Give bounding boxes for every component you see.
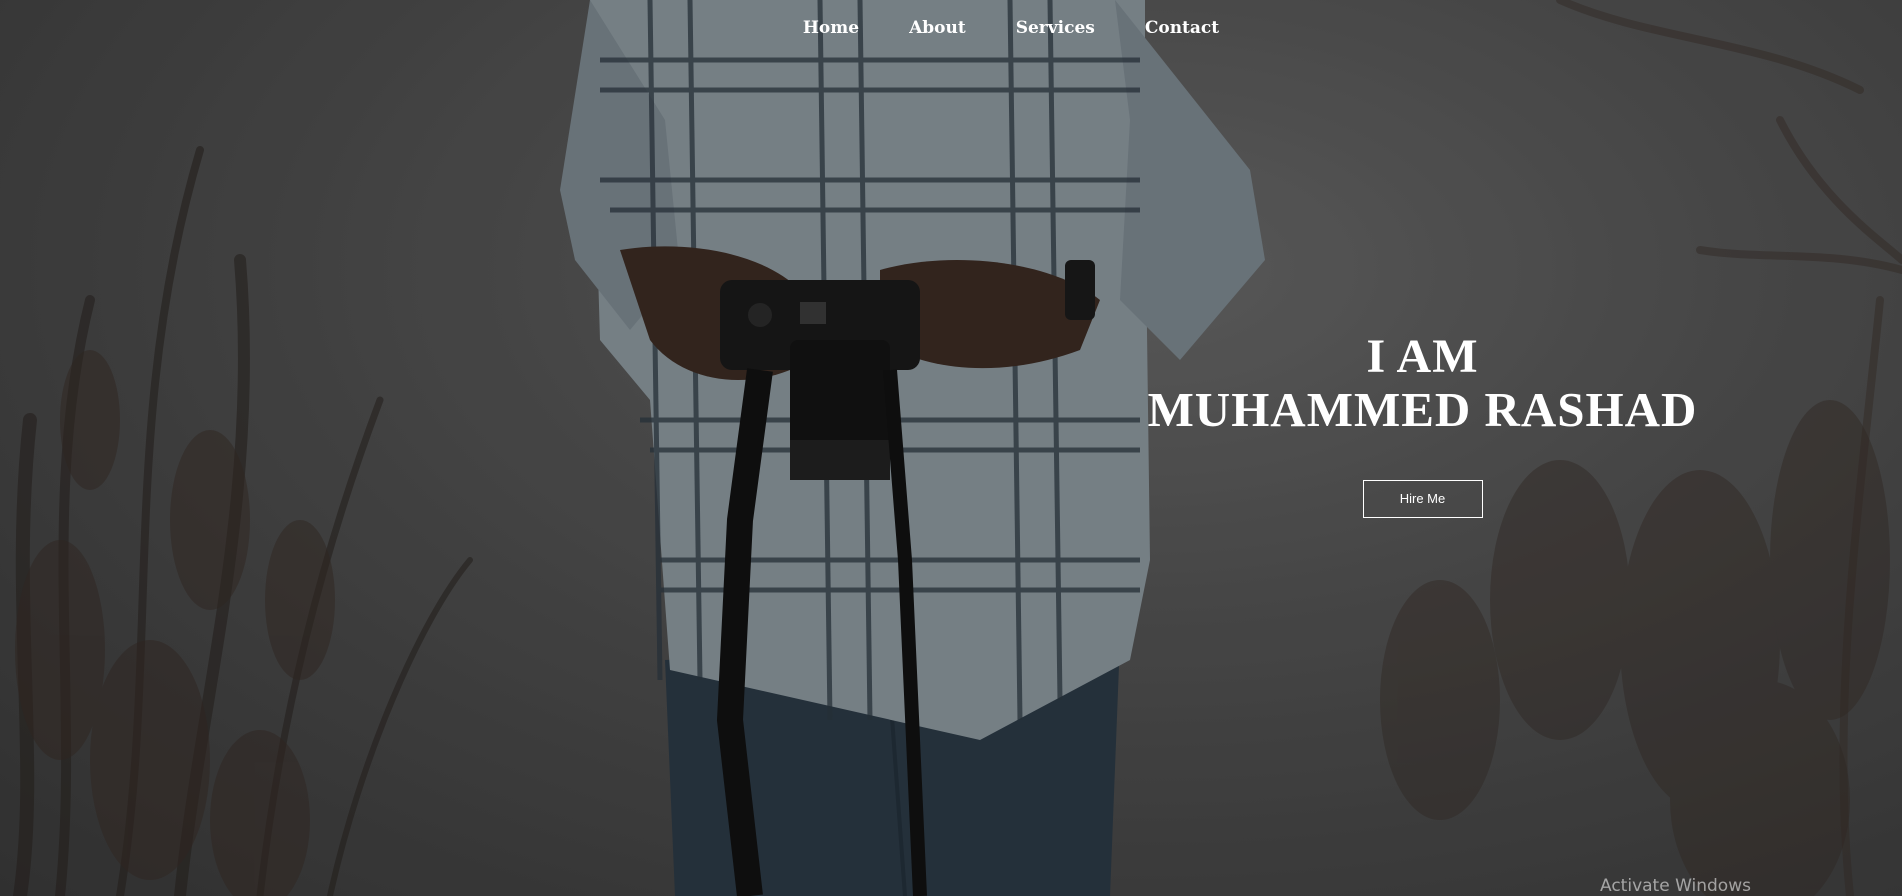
- hero-title-name: MUHAMMED RASHAD: [1147, 382, 1698, 437]
- hero-intro: I AM MUHAMMED RASHAD Hire Me: [1105, 330, 1740, 518]
- hire-me-button[interactable]: Hire Me: [1362, 480, 1483, 518]
- nav-link-about[interactable]: About: [909, 18, 966, 38]
- nav-link-home[interactable]: Home: [803, 18, 859, 38]
- hero-section: Home About Services Contact I AM MUHAMME…: [0, 0, 1902, 896]
- nav-link-services[interactable]: Services: [1016, 18, 1095, 38]
- nav-link-contact[interactable]: Contact: [1145, 18, 1219, 38]
- main-nav: Home About Services Contact: [0, 18, 1902, 38]
- hero-title-line1: I AM: [1366, 330, 1479, 383]
- activate-windows-watermark: Activate Windows: [1600, 876, 1751, 896]
